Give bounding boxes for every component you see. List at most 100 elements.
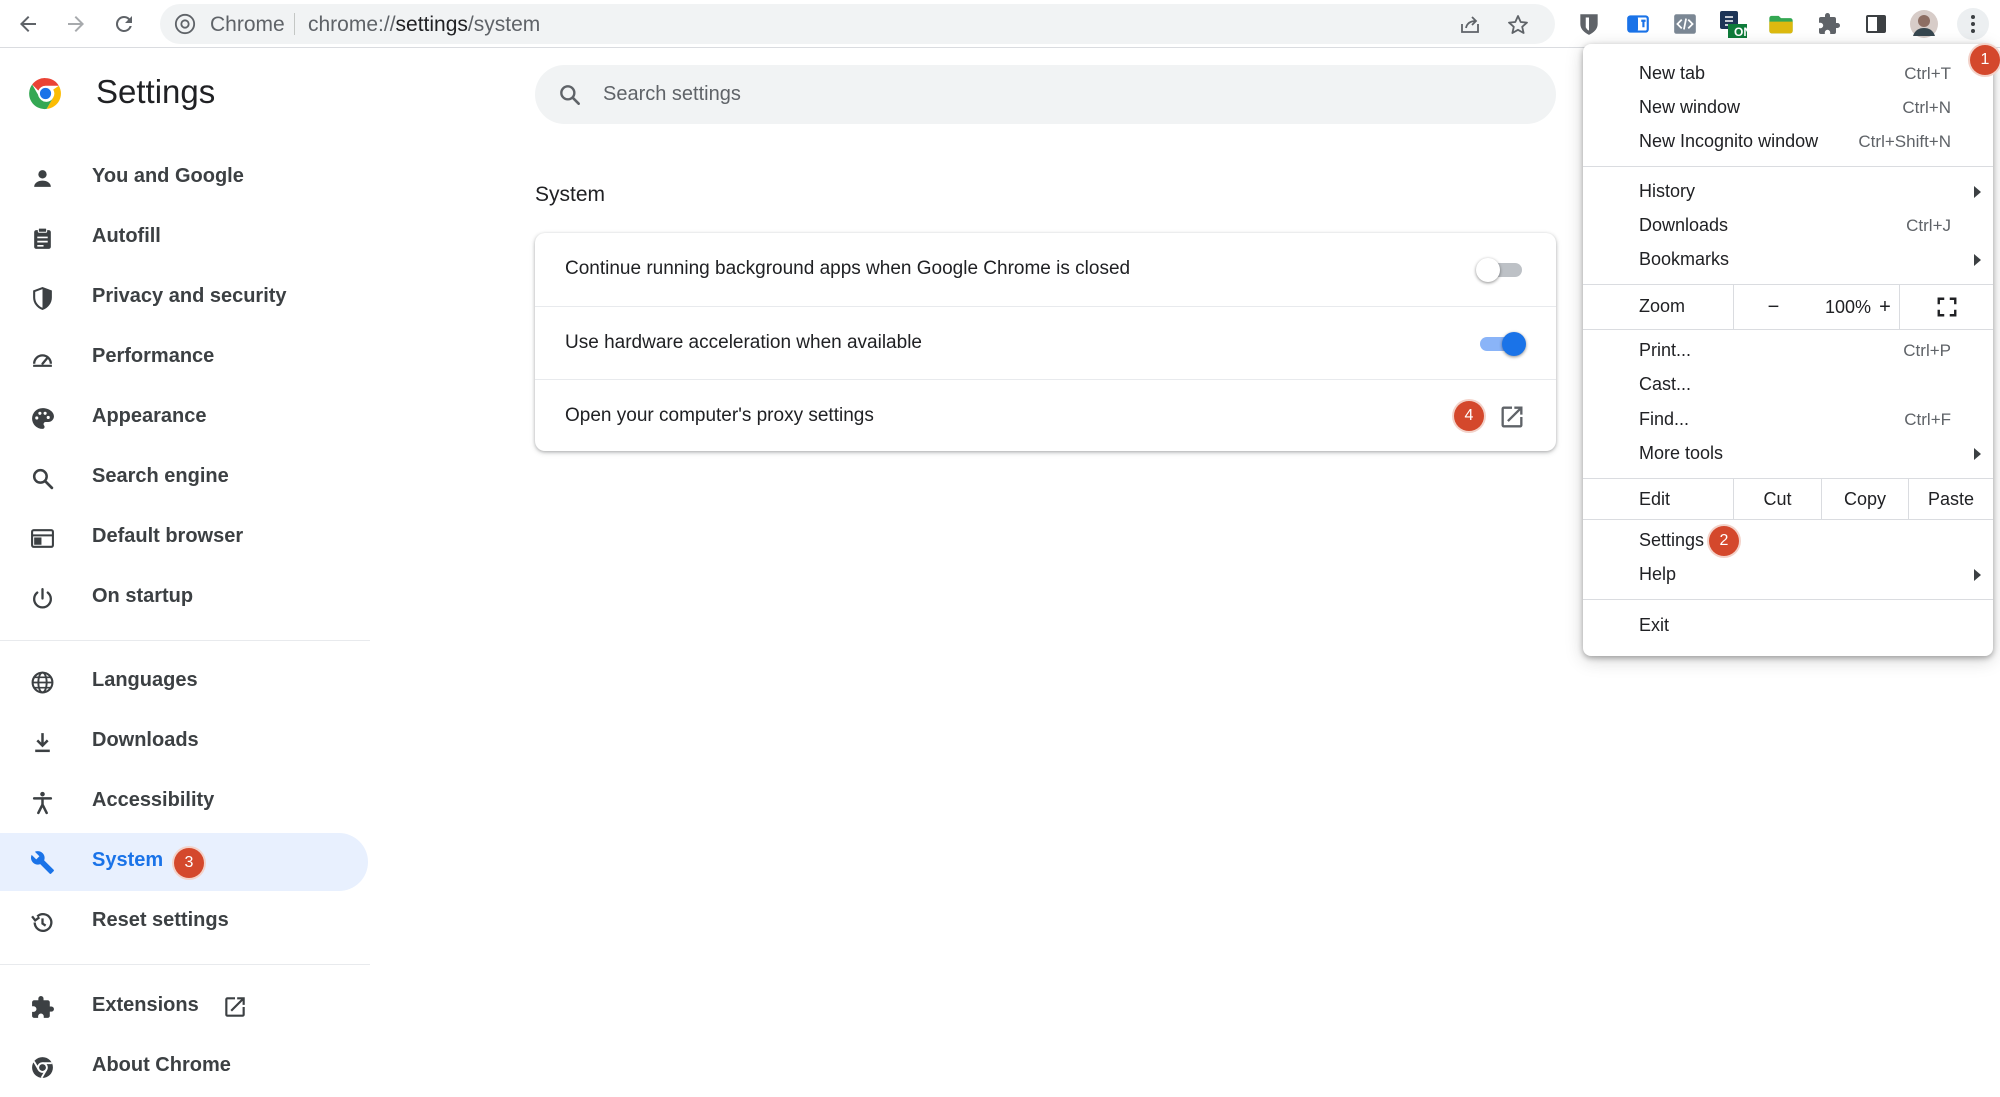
copy-button[interactable]: Copy bbox=[1821, 479, 1908, 519]
nav-item-on-startup[interactable]: On startup bbox=[0, 569, 368, 627]
clipboard-icon bbox=[34, 227, 51, 249]
reload-icon bbox=[115, 15, 132, 32]
forward-button[interactable] bbox=[58, 6, 94, 42]
nav-item-extensions[interactable]: Extensions bbox=[0, 978, 368, 1036]
nav-item-system[interactable]: System 3 bbox=[0, 833, 368, 891]
menu-item-new-tab[interactable]: New tab Ctrl+T bbox=[1583, 56, 1993, 90]
nav-item-autofill[interactable]: Autofill bbox=[0, 209, 368, 267]
submenu-arrow-icon bbox=[1974, 448, 1981, 460]
nav-item-search-engine[interactable]: Search engine bbox=[0, 449, 368, 507]
nav-item-downloads[interactable]: Downloads bbox=[0, 713, 368, 771]
palette-icon bbox=[32, 408, 54, 429]
menu-item-label: More tools bbox=[1639, 443, 1724, 463]
nav-item-performance[interactable]: Performance bbox=[0, 329, 368, 387]
menu-item-shortcut: Ctrl+P bbox=[1903, 341, 1951, 360]
menu-item-settings[interactable]: Settings 2 bbox=[1583, 523, 1993, 557]
fullscreen-button[interactable] bbox=[1899, 285, 1993, 329]
nav-item-label: Accessibility bbox=[92, 789, 215, 811]
back-button[interactable] bbox=[10, 6, 46, 42]
nav-item-default-browser[interactable]: Default browser bbox=[0, 509, 368, 567]
nav-item-you-and-google[interactable]: You and Google bbox=[0, 149, 368, 207]
nav-item-privacy-and-security[interactable]: Privacy and security bbox=[0, 269, 368, 327]
setting-row-proxy-settings[interactable]: Open your computer's proxy settings 4 bbox=[535, 379, 1556, 452]
chrome-site-icon bbox=[174, 13, 196, 35]
nav-item-label: Autofill bbox=[92, 225, 161, 247]
menu-item-shortcut: Ctrl+J bbox=[1906, 216, 1951, 235]
puzzle-icon bbox=[1819, 13, 1840, 34]
menu-item-help[interactable]: Help bbox=[1583, 557, 1993, 591]
section-title: System bbox=[535, 183, 606, 206]
nav-item-label: You and Google bbox=[92, 165, 244, 187]
code-extension-icon bbox=[1674, 14, 1696, 34]
extension-code-button[interactable] bbox=[1669, 8, 1701, 40]
menu-item-cast[interactable]: Cast... bbox=[1583, 367, 1993, 401]
chrome-logo bbox=[29, 78, 61, 110]
extension-translate-button[interactable] bbox=[1622, 8, 1654, 40]
menu-item-label: New window bbox=[1639, 97, 1741, 117]
settings-search-input[interactable]: Search settings bbox=[535, 65, 1556, 124]
arrow-left-icon bbox=[20, 16, 36, 32]
address-bar[interactable]: Chrome chrome://settings/system bbox=[160, 4, 1555, 44]
menu-item-label: Find... bbox=[1639, 409, 1690, 429]
url-path: /system bbox=[467, 13, 541, 36]
menu-item-exit[interactable]: Exit bbox=[1583, 608, 1993, 642]
nav-divider bbox=[0, 964, 370, 965]
menu-item-new-incognito-window[interactable]: New Incognito window Ctrl+Shift+N bbox=[1583, 124, 1993, 158]
setting-row-hardware-acceleration[interactable]: Use hardware acceleration when available bbox=[535, 306, 1556, 379]
share-icon bbox=[1461, 16, 1479, 33]
nav-item-label: Search engine bbox=[92, 465, 229, 487]
menu-item-downloads[interactable]: Downloads Ctrl+J bbox=[1583, 208, 1993, 242]
extensions-menu-button[interactable] bbox=[1813, 8, 1845, 40]
submenu-arrow-icon bbox=[1974, 254, 1981, 266]
nav-item-reset-settings[interactable]: Reset settings bbox=[0, 893, 368, 951]
menu-separator bbox=[1583, 166, 1993, 167]
nav-item-about-chrome[interactable]: About Chrome bbox=[0, 1038, 368, 1096]
history-icon bbox=[31, 913, 53, 932]
menu-item-find[interactable]: Find... Ctrl+F bbox=[1583, 402, 1993, 436]
chrome-menu-button[interactable] bbox=[1957, 8, 1989, 40]
menu-item-print[interactable]: Print... Ctrl+P bbox=[1583, 333, 1993, 367]
accessibility-icon bbox=[32, 791, 53, 815]
menu-item-new-window[interactable]: New window Ctrl+N bbox=[1583, 90, 1993, 124]
setting-row-background-apps[interactable]: Continue running background apps when Go… bbox=[535, 233, 1556, 306]
system-settings-card: Continue running background apps when Go… bbox=[535, 233, 1556, 451]
nav-item-label: Languages bbox=[92, 669, 198, 691]
nav-item-label: About Chrome bbox=[92, 1054, 231, 1076]
open-in-new-icon[interactable] bbox=[1498, 403, 1526, 431]
share-button[interactable] bbox=[1457, 12, 1483, 38]
chrome-settings-page: Chrome chrome://settings/system ON Setti… bbox=[0, 0, 2000, 1097]
power-icon bbox=[33, 587, 52, 609]
bookmark-star-button[interactable] bbox=[1505, 12, 1531, 38]
nav-item-label: Appearance bbox=[92, 405, 207, 427]
background-apps-toggle[interactable] bbox=[1476, 257, 1526, 282]
url-text[interactable]: chrome://settings/system bbox=[308, 13, 540, 37]
extension-folder-button[interactable] bbox=[1765, 8, 1797, 40]
menu-item-shortcut: Ctrl+N bbox=[1902, 98, 1951, 117]
shield-icon bbox=[33, 286, 52, 311]
download-icon bbox=[35, 733, 50, 753]
extension-on-button[interactable]: ON bbox=[1717, 8, 1752, 40]
nav-item-accessibility[interactable]: Accessibility bbox=[0, 773, 368, 831]
nav-item-languages[interactable]: Languages bbox=[0, 653, 368, 711]
cut-button[interactable]: Cut bbox=[1733, 479, 1821, 519]
zoom-out-button[interactable]: − bbox=[1733, 285, 1813, 329]
menu-item-bookmarks[interactable]: Bookmarks bbox=[1583, 242, 1993, 276]
menu-item-label: Bookmarks bbox=[1639, 249, 1730, 269]
menu-separator bbox=[1583, 519, 1993, 520]
search-placeholder: Search settings bbox=[603, 83, 741, 105]
hardware-acceleration-toggle[interactable] bbox=[1476, 331, 1526, 356]
menu-item-label: New Incognito window bbox=[1639, 131, 1819, 151]
menu-item-more-tools[interactable]: More tools bbox=[1583, 436, 1993, 470]
paste-button[interactable]: Paste bbox=[1908, 479, 1993, 519]
step-badge-3: 3 bbox=[174, 848, 204, 878]
person-icon bbox=[34, 170, 51, 187]
extension-shield-button[interactable] bbox=[1573, 8, 1605, 40]
menu-item-shortcut: Ctrl+T bbox=[1904, 64, 1951, 83]
profile-avatar-button[interactable] bbox=[1908, 8, 1940, 40]
site-chip-label: Chrome bbox=[210, 13, 285, 36]
menu-item-history[interactable]: History bbox=[1583, 174, 1993, 208]
nav-item-appearance[interactable]: Appearance bbox=[0, 389, 368, 447]
avatar bbox=[1910, 10, 1938, 38]
reload-button[interactable] bbox=[106, 6, 142, 42]
side-panel-button[interactable] bbox=[1860, 8, 1892, 40]
